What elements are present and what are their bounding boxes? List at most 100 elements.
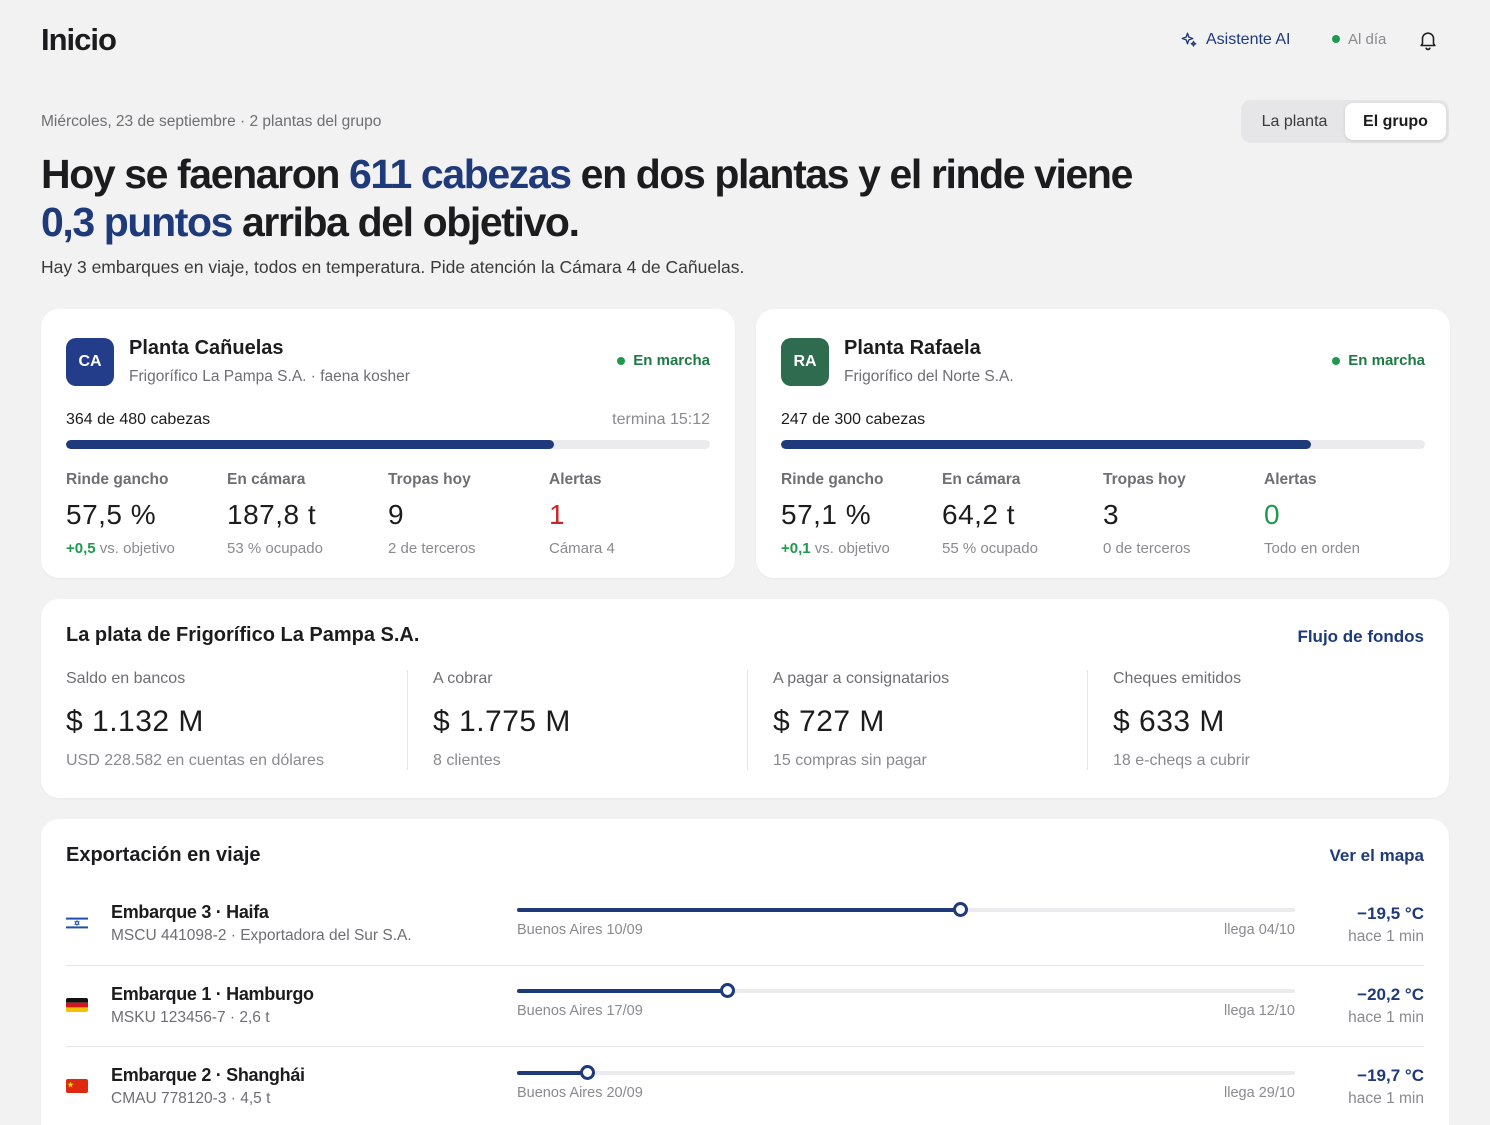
kpi-value: 187,8 t [227,499,317,530]
shipment-name: Embarque 3 · Haifa [111,902,269,922]
container-temperature: −19,7 °C [1357,1066,1424,1085]
headline-text: arriba del objetivo. [232,199,580,245]
tab-el-grupo[interactable]: El grupo [1345,103,1446,140]
shipment-row[interactable]: Embarque 2 · Shanghái CMAU 778120-3 · 4,… [66,1047,1424,1125]
end-time: termina 15:12 [612,411,710,428]
kpi-alertas[interactable]: Alertas 1 Cámara 4 [549,471,710,557]
kpi-value: 57,1 % [781,499,872,530]
kpi-note-text: vs. objetivo [95,540,175,557]
shipment-subtitle: MSKU 123456-7 · 2,6 t [111,1009,270,1026]
israel-flag-icon [66,916,88,930]
shipment-name: Embarque 2 · Shanghái [111,1065,305,1085]
temperature-updated: hace 1 min [1348,928,1424,945]
exports-card: Exportación en viaje Ver el mapa Embarqu… [41,819,1449,1125]
finance-label: Saldo en bancos [66,670,186,687]
kpi-delta: +0,1 [781,540,811,557]
kpi-note: 55 % ocupado [942,540,1038,557]
slaughter-progress-bar [781,440,1425,449]
kpi-note: +0,5 vs. objetivo [66,540,227,557]
plant-badge: CA [66,338,114,386]
headline-yield-highlight: 0,3 puntos [41,199,233,245]
heads-count: 247 de 300 cabezas [781,411,926,428]
kpi-note-text: vs. objetivo [810,540,890,557]
china-flag-icon [66,1079,88,1093]
route-origin: Buenos Aires 20/09 [517,1085,643,1101]
plant-status-label: En marcha [1348,352,1425,369]
finance-receivables[interactable]: A cobrar $ 1.775 M 8 clientes [407,670,747,770]
slaughter-progress-fill [781,440,1311,449]
shipment-row[interactable]: Embarque 1 · Hamburgo MSKU 123456-7 · 2,… [66,966,1424,1047]
route-progress-fill [517,908,961,912]
headline-heads-highlight: 611 cabezas [348,151,572,197]
kpi-label: Rinde gancho [66,471,169,488]
kpi-note: +0,1 vs. objetivo [781,540,942,557]
bell-icon[interactable] [1417,28,1439,52]
headline: Hoy se faenaron 611 cabezas en dos plant… [41,150,1191,246]
kpi-label: En cámara [942,471,1021,488]
shipment-row[interactable]: Embarque 3 · Haifa MSCU 441098-2 · Expor… [66,885,1424,966]
finance-card: La plata de Frigorífico La Pampa S.A. Fl… [41,599,1449,798]
ai-assistant-button[interactable]: Asistente AI [1180,29,1291,51]
plant-status-label: En marcha [633,352,710,369]
route-progress-fill [517,1071,588,1075]
plant-name: Planta Rafaela [844,337,981,359]
container-temperature: −19,5 °C [1357,904,1424,923]
summary-subline: Hay 3 embarques en viaje, todos en tempe… [41,257,745,277]
kpi-value: 1 [549,499,566,530]
finance-note: USD 228.582 en cuentas en dólares [66,752,324,769]
kpi-note: 2 de terceros [388,540,476,557]
finance-value: $ 727 M [773,705,885,738]
plant-name: Planta Cañuelas [129,337,284,359]
finance-note: 8 clientes [433,752,501,769]
view-map-link[interactable]: Ver el mapa [1329,846,1424,866]
finance-value: $ 1.132 M [66,705,204,738]
route-eta: llega 29/10 [1224,1085,1295,1101]
finance-title: La plata de Frigorífico La Pampa S.A. [66,624,420,646]
kpi-value: 64,2 t [942,499,1016,530]
scope-toggle: La planta El grupo [1241,100,1449,143]
sync-status: Al día [1332,29,1386,49]
kpi-tropas: Tropas hoy 3 0 de terceros [1103,471,1264,557]
date-line: Miércoles, 23 de septiembre · 2 plantas … [41,113,382,130]
finance-columns: Saldo en bancos $ 1.132 M USD 228.582 en… [66,670,1424,770]
ai-assistant-label: Asistente AI [1206,31,1291,48]
kpi-label: En cámara [227,471,306,488]
kpi-note: Cámara 4 [549,540,615,557]
finance-checks[interactable]: Cheques emitidos $ 633 M 18 e-cheqs a cu… [1087,670,1424,770]
finance-label: A cobrar [433,670,493,687]
finance-value: $ 1.775 M [433,705,571,738]
temperature-updated: hace 1 min [1348,1009,1424,1026]
cash-flow-link[interactable]: Flujo de fondos [1297,627,1424,647]
plant-card-canuelas[interactable]: CA Planta Cañuelas Frigorífico La Pampa … [41,309,735,578]
shipment-name: Embarque 1 · Hamburgo [111,984,314,1004]
plant-subtitle: Frigorífico La Pampa S.A. · faena kosher [129,368,410,385]
kpi-label: Alertas [1264,471,1317,488]
status-dot-icon [1332,356,1341,365]
sync-status-label: Al día [1348,30,1387,48]
finance-payables[interactable]: A pagar a consignatarios $ 727 M 15 comp… [747,670,1087,770]
kpi-camara: En cámara 187,8 t 53 % ocupado [227,471,388,557]
kpi-note: 0 de terceros [1103,540,1191,557]
finance-value: $ 633 M [1113,705,1225,738]
tab-la-planta[interactable]: La planta [1244,103,1345,140]
germany-flag-icon [66,998,88,1012]
route-track [517,1071,1295,1075]
kpi-camara: En cámara 64,2 t 55 % ocupado [942,471,1103,557]
slaughter-progress-bar [66,440,710,449]
finance-bank-balance[interactable]: Saldo en bancos $ 1.132 M USD 228.582 en… [66,670,407,770]
kpi-value: 9 [388,499,405,530]
page-title: Inicio [41,22,117,57]
top-bar: Inicio Asistente AI Al día [0,0,1490,82]
status-dot-icon [617,356,626,365]
route-position-marker [953,902,969,917]
kpi-value: 3 [1103,499,1120,530]
plant-card-rafaela[interactable]: RA Planta Rafaela Frigorífico del Norte … [756,309,1450,578]
slaughter-progress-fill [66,440,555,449]
route-position-marker [580,1065,596,1080]
container-temperature: −20,2 °C [1357,985,1424,1004]
plant-kpis: Rinde gancho 57,5 % +0,5 vs. objetivo En… [66,471,710,557]
route-eta: llega 04/10 [1224,922,1295,938]
kpi-label: Tropas hoy [388,471,471,488]
kpi-alertas[interactable]: Alertas 0 Todo en orden [1264,471,1425,557]
route-eta: llega 12/10 [1224,1003,1295,1019]
